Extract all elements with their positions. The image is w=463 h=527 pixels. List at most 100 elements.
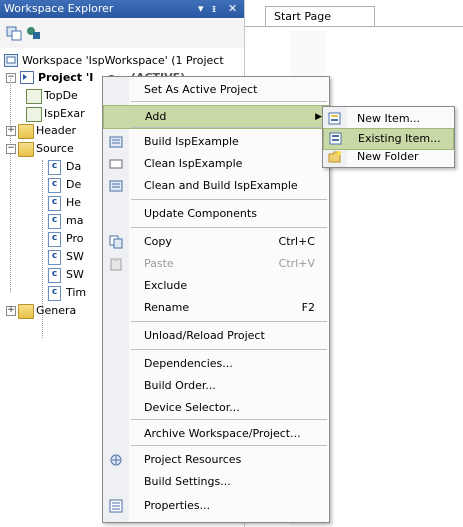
menu-item-paste[interactable]: Paste Ctrl+V: [103, 253, 329, 275]
menu-separator: [131, 199, 327, 200]
menu-item-label: Project Resources: [144, 453, 242, 466]
menu-item-unload-reload-project[interactable]: Unload/Reload Project: [103, 325, 329, 347]
tree-item-label: Da: [66, 160, 82, 173]
menu-item-properties[interactable]: Properties...: [103, 495, 329, 517]
menu-item-project-resources[interactable]: Project Resources: [103, 449, 329, 471]
submenu-item-label: New Item...: [357, 112, 421, 125]
collapse-icon[interactable]: −: [6, 144, 16, 154]
project-icon: [20, 71, 34, 84]
folder-icon: [18, 142, 34, 157]
folder-icon: [18, 304, 34, 319]
menu-item-shortcut: F2: [301, 301, 315, 314]
workspace-label: Workspace 'IspWorkspace' (1 Project: [22, 54, 224, 67]
tree-item-label: De: [66, 178, 82, 191]
menu-item-label: Archive Workspace/Project...: [144, 427, 301, 440]
submenu-item-new-item[interactable]: New Item...: [323, 109, 454, 129]
menu-item-label: Clean IspExample: [144, 157, 243, 170]
menu-item-label: Copy: [144, 235, 172, 248]
project-context-menu: Set As Active Project Add ▶ Build IspExampl…: [102, 76, 330, 523]
tree-item-label: SW: [66, 250, 84, 263]
menu-item-label: Build Settings...: [144, 475, 231, 488]
project-label: Project 'I: [38, 71, 94, 84]
c-file-icon: c: [48, 214, 61, 229]
menu-item-dependencies[interactable]: Dependencies...: [103, 353, 329, 375]
menu-item-label: Clean and Build IspExample: [144, 179, 298, 192]
refresh-toolbar-icon[interactable]: [26, 25, 42, 41]
special-file-icon: [26, 89, 42, 104]
menu-item-add[interactable]: Add ▶: [103, 105, 329, 129]
tree-item-label: ma: [66, 214, 84, 227]
menu-item-set-as-active-project[interactable]: Set As Active Project: [103, 79, 329, 101]
expand-icon[interactable]: +: [6, 126, 16, 136]
explorer-toolbar: [0, 18, 244, 48]
menu-item-label: Exclude: [144, 279, 188, 292]
tree-item-label: He: [66, 196, 82, 209]
tab-strip-border: [245, 26, 463, 27]
tree-item-label: Genera: [36, 304, 77, 317]
tab-start-page[interactable]: Start Page: [265, 6, 375, 27]
pin-icon[interactable]: ᵻ: [212, 2, 216, 15]
menu-separator: [131, 321, 327, 322]
c-file-icon: c: [48, 178, 61, 193]
properties-icon: [109, 499, 123, 513]
menu-item-clean-and-build-ispexample[interactable]: Clean and Build IspExample: [103, 175, 329, 197]
tree-item-label: SW: [66, 268, 84, 281]
build-icon: [109, 136, 123, 148]
tree-item-label: Tim: [66, 286, 87, 299]
collapse-icon[interactable]: −: [6, 73, 16, 83]
menu-item-label: Device Selector...: [144, 401, 240, 414]
menu-item-label: Unload/Reload Project: [144, 329, 265, 342]
submenu-item-label: New Folder: [357, 150, 419, 163]
menu-separator: [131, 101, 327, 102]
clean-build-icon: [109, 180, 123, 192]
tree-item-label: Pro: [66, 232, 84, 245]
menu-item-archive-workspace-project[interactable]: Archive Workspace/Project...: [103, 423, 329, 445]
menu-item-build-settings[interactable]: Build Settings...: [103, 471, 329, 493]
menu-item-update-components[interactable]: Update Components: [103, 203, 329, 225]
menu-item-copy[interactable]: Copy Ctrl+C: [103, 231, 329, 253]
c-file-icon: c: [48, 286, 61, 301]
menu-separator: [131, 227, 327, 228]
c-file-icon: c: [48, 232, 61, 247]
menu-item-label: Build Order...: [144, 379, 216, 392]
new-folder-icon: [328, 151, 341, 163]
add-submenu: New Item... Existing Item... New Folder: [322, 106, 455, 168]
explorer-title: Workspace Explorer: [4, 2, 114, 15]
menu-separator: [131, 419, 327, 420]
menu-item-device-selector[interactable]: Device Selector...: [103, 397, 329, 419]
menu-item-rename[interactable]: Rename F2: [103, 297, 329, 319]
folder-icon: [18, 124, 34, 139]
explorer-titlebar: Workspace Explorer ▾ ᵻ ✕: [0, 0, 244, 18]
menu-item-shortcut: Ctrl+C: [278, 235, 315, 248]
menu-item-exclude[interactable]: Exclude: [103, 275, 329, 297]
tree-item-label: TopDe: [44, 89, 78, 102]
submenu-arrow-icon: ▶: [315, 112, 322, 122]
c-file-icon: c: [48, 250, 61, 265]
c-file-icon: c: [48, 268, 61, 283]
tree-item-label: Header: [36, 124, 77, 137]
new-item-icon: [328, 112, 341, 125]
submenu-item-new-folder[interactable]: New Folder: [323, 147, 454, 167]
close-icon[interactable]: ✕: [228, 2, 237, 15]
menu-item-build-ispexample[interactable]: Build IspExample: [103, 131, 329, 153]
submenu-item-label: Existing Item...: [358, 132, 441, 145]
tree-item-label: Source: [36, 142, 74, 155]
menu-item-label: Add: [145, 110, 167, 123]
paste-icon: [110, 258, 122, 271]
expand-icon[interactable]: +: [6, 306, 16, 316]
workspace-icon: [4, 54, 18, 67]
resources-icon: [110, 454, 122, 466]
clean-icon: [109, 159, 123, 169]
copy-icon: [109, 235, 123, 249]
menu-item-label: Dependencies...: [144, 357, 233, 370]
menu-item-build-order[interactable]: Build Order...: [103, 375, 329, 397]
dropdown-arrow-icon[interactable]: ▾: [198, 2, 204, 15]
menu-item-label: Paste: [144, 257, 174, 270]
menu-item-label: Update Components: [144, 207, 257, 220]
properties-toolbar-icon[interactable]: [6, 25, 22, 41]
menu-item-label: Set As Active Project: [144, 83, 258, 96]
tree-item-label: IspExar: [44, 107, 85, 120]
menu-item-clean-ispexample[interactable]: Clean IspExample: [103, 153, 329, 175]
existing-item-icon: [329, 132, 342, 145]
menu-item-label: Properties...: [144, 499, 211, 512]
